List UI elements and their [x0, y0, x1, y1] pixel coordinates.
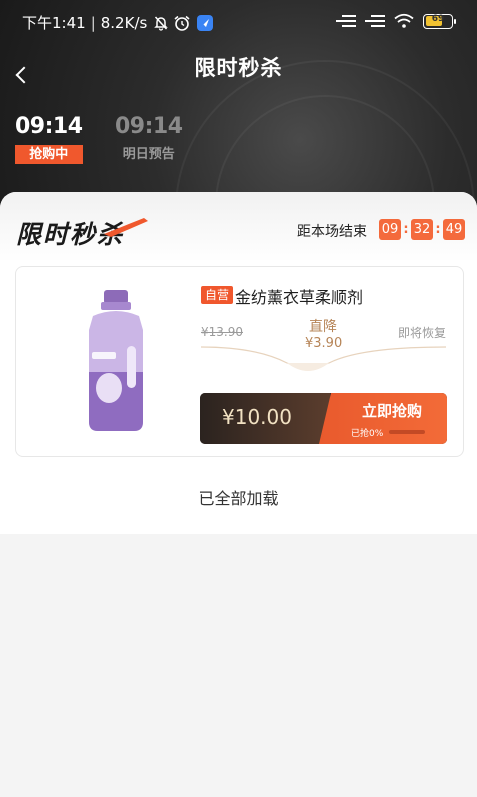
countdown-separator: :: [403, 222, 409, 237]
product-image[interactable]: [81, 290, 151, 435]
product-card[interactable]: 自营 金纺薰衣草柔顺剂 ¥13.90 直降 ¥3.90 即将恢复 ¥10.00 …: [15, 266, 464, 457]
status-bar: 下午1:41 | 8.2K/s 69: [0, 0, 477, 44]
countdown-separator: :: [435, 222, 441, 237]
alarm-icon: [174, 15, 190, 31]
grabbed-percent: 已抢0%: [351, 429, 384, 439]
countdown-timer: 09 : 32 : 49: [379, 219, 465, 240]
signal-bars-icon: [365, 14, 385, 28]
tab-status-label: 明日预告: [122, 147, 175, 162]
tab-status-badge: 抢购中: [15, 145, 83, 164]
wifi-icon: [394, 13, 414, 28]
buy-now-label[interactable]: 立即抢购: [362, 400, 422, 421]
signal-bars-icon: [336, 14, 356, 28]
rocket-icon: [197, 14, 214, 31]
page-title: 限时秒杀: [194, 56, 283, 80]
price-wave-decoration: [201, 346, 446, 371]
battery-level: 69: [431, 14, 445, 24]
tab-session-tomorrow[interactable]: 09:14 明日预告: [115, 114, 183, 164]
tab-time: 09:14: [15, 114, 83, 139]
product-title[interactable]: 金纺薰衣草柔顺剂: [235, 284, 363, 308]
grab-progress-bar: [389, 430, 425, 434]
battery-icon: 69: [423, 13, 456, 29]
buy-bar[interactable]: ¥10.00 立即抢购 已抢0%: [200, 393, 447, 444]
all-loaded-text: 已全部加载: [198, 489, 279, 508]
bell-off-icon: [154, 15, 169, 31]
network-speed: 8.2K/s: [100, 13, 148, 32]
self-operated-badge: 自营: [201, 286, 234, 304]
countdown-hours: 09: [379, 219, 401, 240]
swoosh-mark: [104, 218, 148, 237]
tab-time: 09:14: [115, 114, 183, 139]
price-drop-label: 直降: [309, 319, 337, 335]
sale-price: ¥10.00: [222, 405, 292, 429]
countdown-seconds: 49: [443, 219, 465, 240]
tab-session-current[interactable]: 09:14 抢购中: [15, 114, 83, 164]
countdown-label: 距本场结束: [297, 224, 367, 240]
status-separator: |: [90, 13, 96, 32]
flash-sale-logo: 限时秒杀: [16, 215, 151, 249]
countdown-minutes: 32: [411, 219, 433, 240]
status-time: 下午1:41: [22, 14, 86, 32]
